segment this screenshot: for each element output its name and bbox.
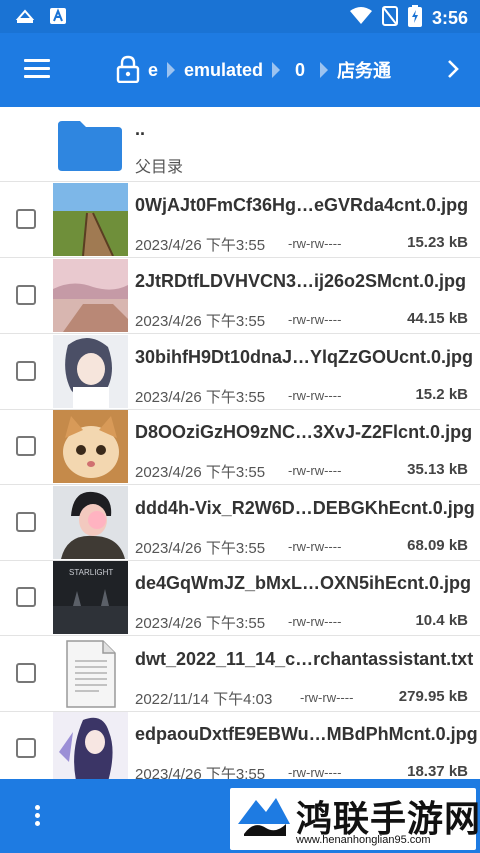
file-name: ddd4h-Vix_R2W6D…DEBGKhEcnt.0.jpg xyxy=(135,498,475,518)
breadcrumb-e[interactable]: e xyxy=(148,60,158,81)
list-item[interactable]: edpaouDxtfE9EBWu…MBdPhMcnt.0.jpg 2023/4/… xyxy=(0,711,480,779)
file-name: dwt_2022_11_14_c…rchantassistant.txt xyxy=(135,649,474,669)
checkbox[interactable] xyxy=(16,361,36,381)
image-thumbnail xyxy=(53,410,128,483)
list-item[interactable]: 0WjAJt0FmCf36Hg…eGVRda4cnt.0.jpg 2023/4/… xyxy=(0,182,480,258)
list-item[interactable]: ddd4h-Vix_R2W6D…DEBGKhEcnt.0.jpg 2023/4/… xyxy=(0,485,480,561)
file-date: 2023/4/26 下午3:55 xyxy=(135,766,266,779)
file-name: 0WjAJt0FmCf36Hg…eGVRda4cnt.0.jpg xyxy=(135,195,469,215)
file-permissions: -rw-rw---- xyxy=(288,539,342,554)
breadcrumb-emulated[interactable]: emulated xyxy=(184,60,263,81)
image-thumbnail xyxy=(53,486,128,559)
parent-label: 父目录 xyxy=(135,159,184,176)
file-date: 2023/4/26 下午3:55 xyxy=(135,540,266,557)
breadcrumb-current-folder[interactable]: 店务通 xyxy=(337,57,391,83)
hamburger-menu-icon[interactable] xyxy=(24,59,50,79)
folder-icon xyxy=(56,117,124,173)
watermark-logo-icon xyxy=(236,794,292,838)
chevron-right-icon xyxy=(319,62,329,78)
file-permissions: -rw-rw---- xyxy=(288,312,342,327)
file-name: 2JtRDtfLDVHVCN3…ij26o2SMcnt.0.jpg xyxy=(135,271,467,291)
thumbnail-title: STARLIGHT xyxy=(69,568,113,577)
file-date: 2023/4/26 下午3:55 xyxy=(135,464,266,481)
a-notification-icon xyxy=(50,8,66,29)
checkbox[interactable] xyxy=(16,512,36,532)
checkbox[interactable] xyxy=(16,663,36,683)
file-size: 10.4 kB xyxy=(415,612,468,629)
no-sim-icon xyxy=(381,6,398,31)
watermark: 鸿联手游网 www.henanhonglian95.com xyxy=(230,788,480,850)
image-thumbnail: STARLIGHT xyxy=(53,561,128,634)
file-size: 18.37 kB xyxy=(407,763,468,779)
checkbox[interactable] xyxy=(16,738,36,758)
file-date: 2023/4/26 下午3:55 xyxy=(135,313,266,330)
file-permissions: -rw-rw---- xyxy=(288,463,342,478)
file-permissions: -rw-rw---- xyxy=(288,388,342,403)
list-item[interactable]: 2JtRDtfLDVHVCN3…ij26o2SMcnt.0.jpg 2023/4… xyxy=(0,258,480,334)
clock: 3:56 xyxy=(431,8,468,28)
file-permissions: -rw-rw---- xyxy=(288,236,342,251)
file-permissions: -rw-rw---- xyxy=(288,765,342,779)
file-date: 2023/4/26 下午3:55 xyxy=(135,615,266,632)
file-name: D8OOziGzHO9zNC…3XvJ-Z2Flcnt.0.jpg xyxy=(135,422,473,442)
parent-dots: .. xyxy=(135,119,146,139)
path-toolbar: e emulated 0 店务通 xyxy=(0,33,480,129)
checkbox[interactable] xyxy=(16,587,36,607)
file-date: 2022/11/14 下午4:03 xyxy=(135,691,273,708)
file-size: 15.23 kB xyxy=(407,234,468,251)
breadcrumb: e emulated 0 店务通 xyxy=(148,55,391,85)
chevron-right-icon xyxy=(271,62,281,78)
file-name: 30bihfH9Dt10dnaJ…YlqZzGOUcnt.0.jpg xyxy=(135,347,474,367)
checkbox[interactable] xyxy=(16,209,36,229)
file-size: 44.15 kB xyxy=(407,310,468,327)
checkbox[interactable] xyxy=(16,285,36,305)
watermark-url: www.henanhonglian95.com xyxy=(296,834,431,846)
list-item[interactable]: dwt_2022_11_14_c…rchantassistant.txt 202… xyxy=(0,636,480,712)
text-document-icon xyxy=(53,637,128,710)
file-list: .. 父目录 0WjAJt0FmCf36Hg…eGVRda4cnt.0.jpg … xyxy=(0,107,480,779)
parent-directory-row[interactable]: .. 父目录 xyxy=(0,107,480,182)
status-bar: 3:56 xyxy=(0,0,480,33)
file-permissions: -rw-rw---- xyxy=(300,690,354,705)
file-size: 279.95 kB xyxy=(398,688,468,705)
chevron-right-icon[interactable] xyxy=(446,58,460,80)
file-date: 2023/4/26 下午3:55 xyxy=(135,389,266,406)
image-thumbnail xyxy=(53,183,128,256)
file-size: 68.09 kB xyxy=(407,537,468,554)
chevron-right-icon xyxy=(166,62,176,78)
list-item[interactable]: D8OOziGzHO9zNC…3XvJ-Z2Flcnt.0.jpg 2023/4… xyxy=(0,409,480,485)
wifi-icon xyxy=(349,7,372,30)
battery-charging-icon xyxy=(407,5,422,32)
list-item[interactable]: STARLIGHT de4GqWmJZ_bMxL…OXN5ihEcnt.0.jp… xyxy=(0,560,480,636)
image-thumbnail xyxy=(53,335,128,408)
list-item[interactable]: 30bihfH9Dt10dnaJ…YlqZzGOUcnt.0.jpg 2023/… xyxy=(0,334,480,410)
image-thumbnail xyxy=(53,712,128,779)
file-permissions: -rw-rw---- xyxy=(288,614,342,629)
file-name: edpaouDxtfE9EBWu…MBdPhMcnt.0.jpg xyxy=(135,724,478,744)
breadcrumb-0[interactable]: 0 xyxy=(295,60,305,81)
file-name: de4GqWmJZ_bMxL…OXN5ihEcnt.0.jpg xyxy=(135,573,472,593)
sync-icon xyxy=(14,7,36,30)
file-date: 2023/4/26 下午3:55 xyxy=(135,237,266,254)
checkbox[interactable] xyxy=(16,436,36,456)
lock-icon[interactable] xyxy=(116,55,140,84)
image-thumbnail xyxy=(53,259,128,332)
file-size: 15.2 kB xyxy=(415,386,468,403)
file-size: 35.13 kB xyxy=(407,461,468,478)
more-vertical-icon[interactable] xyxy=(33,805,41,829)
